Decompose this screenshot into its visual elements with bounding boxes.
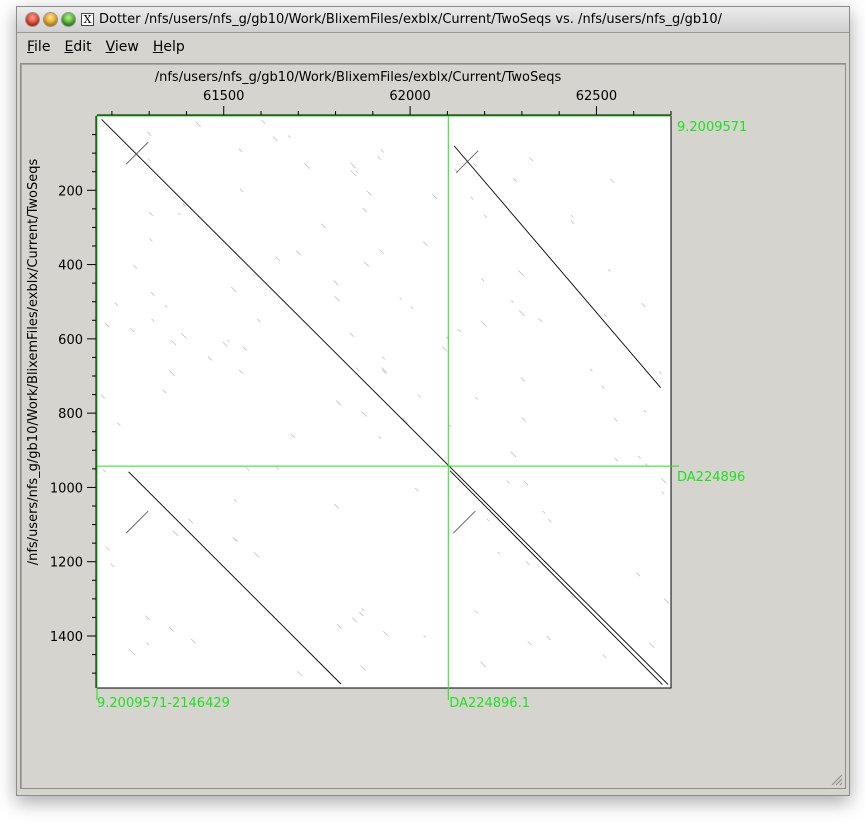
bottom-left-sequence-label: 9.2009571-2146429 (97, 696, 230, 711)
menu-help-mnemonic: H (152, 39, 164, 55)
minimize-button[interactable] (44, 13, 57, 26)
menu-view-label: iew (114, 39, 139, 55)
y-tick-label: 800 (58, 407, 83, 422)
zoom-button[interactable] (62, 13, 75, 26)
menu-bar: File Edit View Help (17, 34, 849, 60)
dotplot-area[interactable]: /nfs/users/nfs_g/gb10/Work/BlixemFiles/e… (20, 63, 846, 789)
dotplot-canvas[interactable]: /nfs/users/nfs_g/gb10/Work/BlixemFiles/e… (21, 64, 847, 790)
dotplot-matrix[interactable] (96, 115, 672, 689)
menu-edit-mnemonic: E (64, 39, 74, 55)
y-tick-label: 400 (58, 259, 83, 274)
menu-help[interactable]: Help (153, 39, 185, 55)
y-tick-label: 1400 (50, 630, 83, 645)
middle-right-sequence-label: DA224896 (677, 470, 745, 485)
y-axis: 200 400 600 800 1000 1200 1400 (50, 116, 97, 688)
y-tick-label: 200 (58, 184, 83, 199)
window-title: Dotter /nfs/users/nfs_g/gb10/Work/Blixem… (99, 12, 723, 27)
horizontal-sequence-label: /nfs/users/nfs_g/gb10/Work/BlixemFiles/e… (155, 70, 562, 85)
menu-edit[interactable]: Edit (64, 39, 91, 55)
menu-edit-label: dit (73, 39, 92, 55)
menu-file-label: ile (34, 39, 51, 55)
x-axis: 61500 62000 62500 (97, 89, 672, 116)
title-bar[interactable]: X Dotter /nfs/users/nfs_g/gb10/Work/Blix… (17, 7, 849, 33)
menu-file-mnemonic: F (27, 39, 35, 55)
x-tick-label: 61500 (203, 89, 244, 104)
menu-view[interactable]: View (106, 39, 139, 55)
x-tick-label: 62000 (389, 89, 430, 104)
window-controls (26, 13, 75, 26)
bottom-middle-sequence-label: DA224896.1 (449, 696, 530, 711)
close-button[interactable] (26, 13, 39, 26)
resize-grip-icon[interactable] (829, 772, 843, 786)
x-tick-label: 62500 (576, 89, 617, 104)
menu-help-label: elp (163, 39, 185, 55)
y-tick-label: 600 (58, 333, 83, 348)
top-right-sequence-label: 9.2009571 (677, 120, 747, 135)
vertical-sequence-label: /nfs/users/nfs_g/gb10/Work/BlixemFiles/e… (26, 158, 41, 565)
menu-view-mnemonic: V (105, 39, 115, 55)
y-tick-label: 1000 (50, 481, 83, 496)
dotter-window: X Dotter /nfs/users/nfs_g/gb10/Work/Blix… (16, 6, 850, 796)
y-tick-label: 1200 (50, 556, 83, 571)
menu-file[interactable]: File (27, 39, 50, 55)
x11-icon: X (81, 13, 94, 26)
